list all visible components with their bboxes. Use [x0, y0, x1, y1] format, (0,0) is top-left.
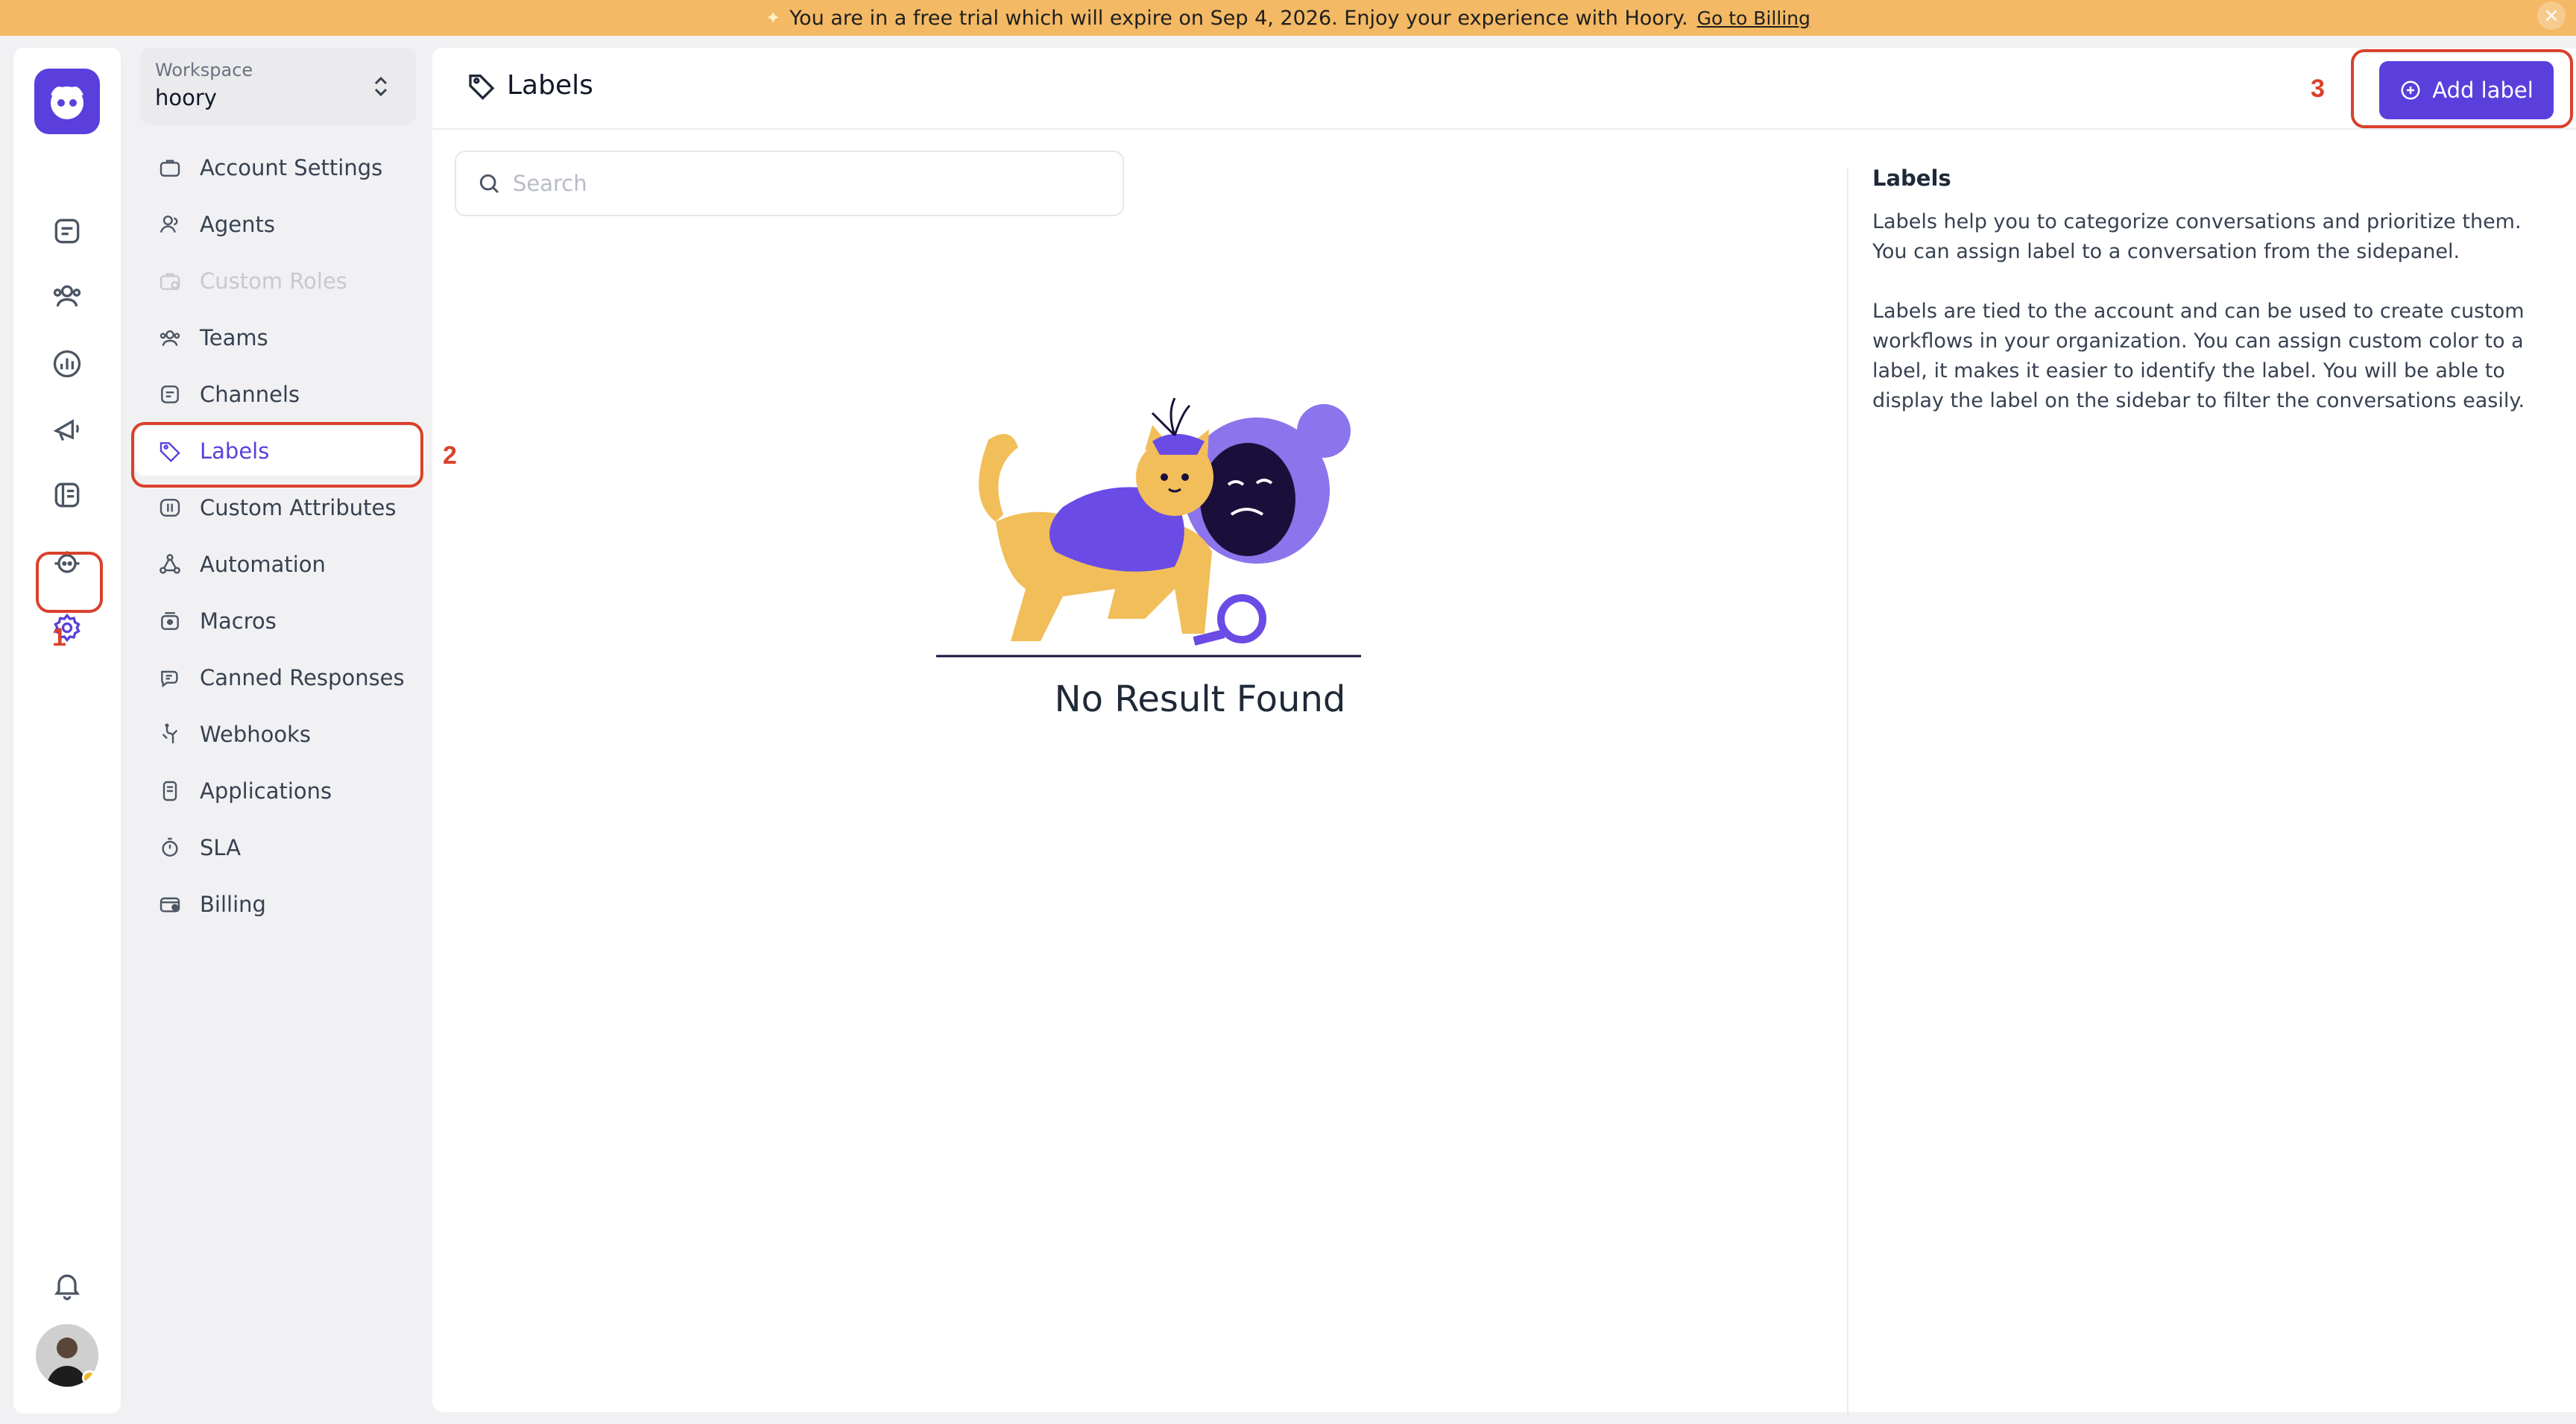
trial-message: You are in a free trial which will expir… — [789, 6, 1688, 30]
info-paragraph-2: Labels are tied to the account and can b… — [1872, 300, 2525, 412]
sidebar-item-label: Billing — [200, 892, 266, 917]
close-icon[interactable]: × — [2537, 1, 2566, 30]
role-lock-icon — [160, 273, 180, 290]
billing-icon — [160, 897, 180, 913]
chat-icon — [54, 218, 80, 244]
sidebar-item-webhooks[interactable]: Webhooks — [136, 710, 425, 759]
webhook-icon — [162, 723, 178, 743]
search-icon — [479, 174, 499, 194]
tag-icon — [469, 74, 495, 100]
sidebar-item-custom-attributes[interactable]: Custom Attributes — [136, 483, 425, 532]
sidebar-item-applications[interactable]: Applications — [136, 766, 425, 816]
briefcase-icon — [160, 160, 180, 177]
workspace-switcher[interactable]: Workspace hoory — [140, 48, 416, 125]
annotation-box-labels — [131, 422, 423, 488]
empty-state-message: No Result Found — [1054, 678, 1346, 720]
stopwatch-icon — [162, 837, 178, 857]
empty-state-illustration — [936, 397, 1361, 658]
sidebar-item-billing[interactable]: Billing — [136, 880, 425, 929]
sidebar-item-account-settings[interactable]: Account Settings — [136, 143, 425, 192]
annotation-box-add-label — [2351, 49, 2573, 128]
annotation-number-3: 3 — [2311, 75, 2325, 103]
search-box — [455, 151, 1124, 216]
avatar[interactable] — [36, 1324, 98, 1387]
sidebar-item-label: Automation — [200, 552, 326, 577]
panel-divider — [1847, 167, 1849, 1420]
annotation-box-settings — [36, 552, 103, 613]
sidebar-item-agents[interactable]: Agents — [136, 200, 425, 249]
sidebar-item-label: Canned Responses — [200, 665, 405, 690]
reports-icon — [53, 350, 81, 378]
sparkle-icon: ✦ — [765, 7, 781, 28]
main-panel: Labels Add label Search No Result Found … — [432, 48, 2576, 1420]
annotation-number-1: 1 — [52, 623, 66, 652]
sidebar-item-label: Applications — [200, 778, 332, 804]
settings-sidebar: Workspace hoory Account Settings Agents … — [128, 48, 425, 1414]
sidebar-item-label: Custom Attributes — [200, 495, 397, 520]
sidebar-item-label: Account Settings — [200, 155, 383, 180]
hoory-logo[interactable] — [34, 69, 100, 134]
sidebar-item-sla[interactable]: SLA — [136, 823, 425, 872]
sidebar-item-label: Teams — [200, 325, 268, 350]
sidebar-item-canned-responses[interactable]: Canned Responses — [136, 653, 425, 702]
sidebar-item-macros[interactable]: Macros — [136, 596, 425, 646]
sidebar-item-label: Agents — [200, 212, 275, 237]
sidebar-item-label: Channels — [200, 382, 300, 407]
primary-nav-rail — [13, 48, 121, 1414]
sidebar-item-custom-roles: Custom Roles — [136, 256, 425, 306]
page-title: Labels — [467, 70, 593, 101]
sidebar-item-teams[interactable]: Teams — [136, 313, 425, 362]
annotation-number-2: 2 — [443, 441, 457, 470]
info-paragraph-1: Labels help you to categorize conversati… — [1872, 210, 2522, 263]
automation-icon — [160, 554, 180, 574]
megaphone-icon — [53, 419, 79, 441]
book-icon — [54, 482, 80, 508]
macro-icon — [161, 612, 179, 630]
bell-icon — [54, 1274, 80, 1300]
sidebar-item-label: Macros — [200, 608, 277, 634]
app-icon — [162, 781, 177, 801]
page-title-text: Labels — [507, 70, 593, 101]
sidebar-item-channels[interactable]: Channels — [136, 370, 425, 419]
notifications-button[interactable] — [40, 1258, 94, 1312]
rail-reports-button[interactable] — [40, 337, 94, 391]
contacts-icon — [53, 285, 81, 307]
sidebar-item-label: Custom Roles — [200, 268, 347, 294]
user-icon — [160, 215, 178, 233]
chevron-up-down-icon — [374, 76, 388, 97]
inbox-icon — [161, 385, 179, 403]
team-icon — [160, 330, 180, 347]
trial-banner: ✦ You are in a free trial which will exp… — [0, 0, 2576, 36]
rail-campaigns-button[interactable] — [40, 403, 94, 456]
labels-info-panel: Labels Labels help you to categorize con… — [1872, 166, 2528, 446]
attribute-icon — [160, 499, 180, 517]
sidebar-item-automation[interactable]: Automation — [136, 540, 425, 589]
rail-contacts-button[interactable] — [40, 270, 94, 324]
sidebar-item-label: Webhooks — [200, 722, 311, 747]
workspace-name: hoory — [155, 85, 217, 110]
rail-help-center-button[interactable] — [40, 468, 94, 522]
go-to-billing-link[interactable]: Go to Billing — [1697, 7, 1811, 29]
sidebar-item-label: SLA — [200, 835, 242, 860]
search-input[interactable] — [513, 171, 1079, 196]
info-title: Labels — [1872, 166, 1951, 191]
workspace-label: Workspace — [155, 60, 253, 81]
page-header: Labels Add label — [432, 48, 2576, 130]
canned-response-icon — [161, 670, 178, 688]
rail-conversations-button[interactable] — [40, 204, 94, 258]
presence-dot — [82, 1370, 97, 1385]
